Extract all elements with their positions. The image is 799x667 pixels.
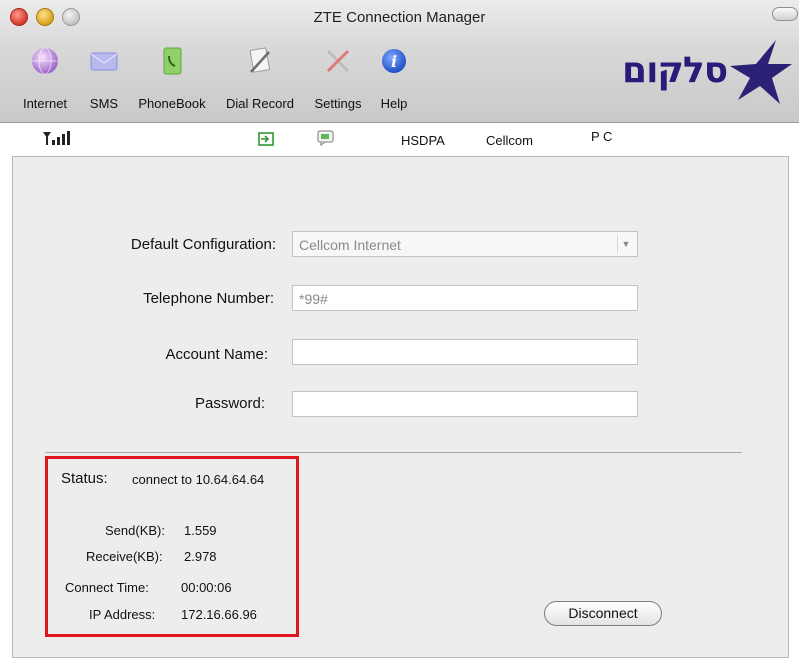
send-label: Send(KB): — [105, 523, 165, 538]
receive-value: 2.978 — [184, 549, 217, 564]
toolbar-toggle-button[interactable] — [772, 7, 798, 21]
star-icon — [730, 40, 792, 104]
logo-text: סלקום — [622, 50, 728, 91]
svg-text:i: i — [391, 52, 397, 71]
default-configuration-label: Default Configuration: — [130, 236, 276, 253]
telephone-number-field[interactable]: *99# — [292, 285, 638, 311]
connection-status-strip: HSDPA Cellcom P C — [0, 123, 799, 153]
select-arrow-icon: ▼ — [617, 235, 634, 253]
connection-status-box: Status: connect to 10.64.64.64 Send(KB):… — [45, 456, 299, 637]
connect-time-value: 00:00:06 — [181, 580, 232, 595]
toolbar-help-label: Help — [380, 96, 408, 111]
status-value: connect to 10.64.64.64 — [132, 472, 265, 487]
receive-label: Receive(KB): — [86, 549, 163, 564]
status-label: Status: — [61, 470, 108, 487]
ip-address-label: IP Address: — [89, 607, 156, 622]
toolbar-sms-label: SMS — [89, 96, 119, 111]
default-configuration-select[interactable]: Cellcom Internet ▼ — [292, 231, 638, 257]
section-divider — [45, 452, 742, 453]
toolbar-settings-label: Settings — [314, 96, 362, 111]
window-title: ZTE Connection Manager — [313, 9, 486, 26]
toolbar-internet-button[interactable]: Internet — [16, 46, 74, 114]
phonebook-icon — [163, 47, 182, 75]
toolbar-dial-record-label: Dial Record — [226, 96, 294, 111]
telephone-number-label: Telephone Number: — [143, 290, 274, 307]
connect-time-label: Connect Time: — [65, 580, 149, 595]
account-name-field[interactable] — [292, 339, 638, 365]
toolbar-internet-label: Internet — [22, 96, 68, 111]
toolbar-phonebook-button[interactable]: PhoneBook — [134, 46, 210, 114]
connected-indicator-icon — [258, 132, 274, 146]
toolbar-sms-button[interactable]: SMS — [86, 46, 122, 114]
title-toolbar-area: ZTE Connection Manager Internet SMS Phon… — [0, 0, 799, 123]
password-field[interactable] — [292, 391, 638, 417]
disconnect-button[interactable]: Disconnect — [544, 601, 662, 626]
envelope-icon — [90, 52, 118, 71]
toolbar-phonebook-label: PhoneBook — [138, 96, 206, 111]
ip-address-value: 172.16.66.96 — [181, 607, 257, 622]
password-label: Password: — [194, 395, 265, 412]
cellcom-logo: סלקום — [622, 38, 794, 108]
toolbar-dial-record-button[interactable]: Dial Record — [220, 46, 300, 114]
network-type-label: HSDPA — [401, 133, 445, 148]
mode-label: P C — [591, 129, 613, 144]
account-name-label: Account Name: — [165, 346, 268, 363]
send-value: 1.559 — [184, 523, 217, 538]
operator-label: Cellcom — [486, 133, 533, 148]
signal-strength-icon — [43, 131, 70, 145]
toolbar-settings-button[interactable]: Settings — [308, 46, 368, 114]
sms-status-icon — [317, 130, 334, 146]
default-configuration-value: Cellcom Internet — [299, 237, 401, 253]
toolbar-help-button[interactable]: i Help — [376, 46, 412, 114]
globe-icon — [32, 47, 58, 75]
dial-record-icon — [249, 47, 270, 73]
app-window: ZTE Connection Manager Internet SMS Phon… — [0, 0, 799, 667]
settings-tools-icon — [326, 49, 350, 73]
info-icon: i — [382, 49, 406, 73]
